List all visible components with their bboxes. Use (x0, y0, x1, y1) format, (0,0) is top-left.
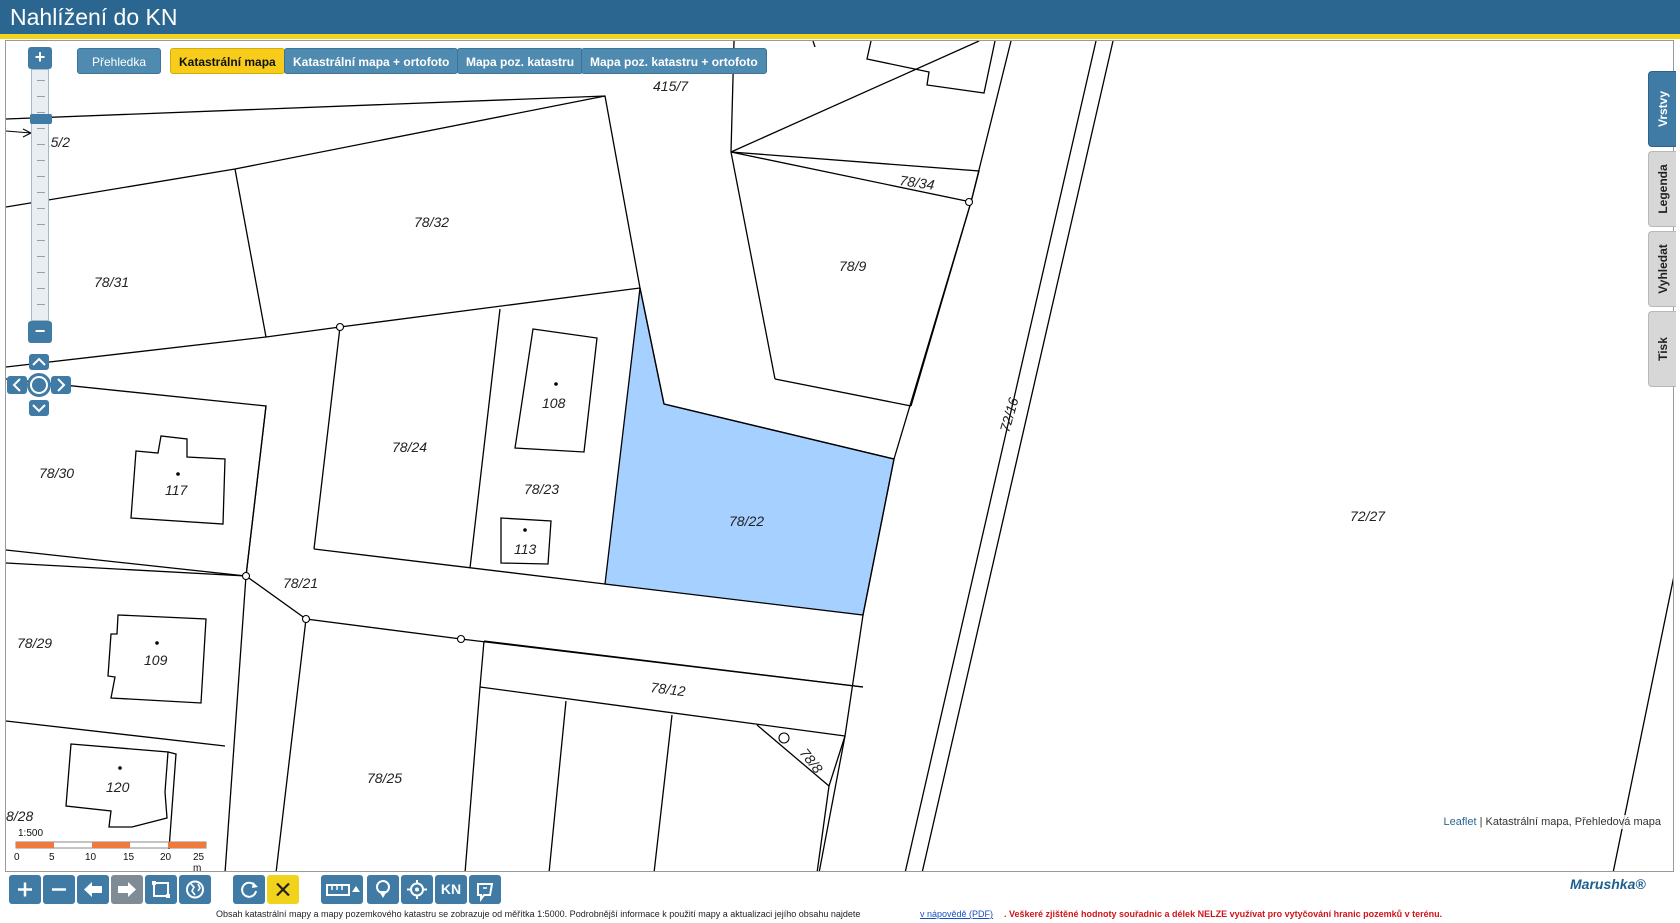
parcel-label: 78/31 (94, 274, 129, 290)
parcel-label: 72/27 (1350, 508, 1386, 524)
leaflet-link[interactable]: Leaflet (1443, 816, 1476, 828)
footer: Obsah katastrální mapy a mapy pozemkovéh… (0, 907, 1680, 923)
parcel-label: 78/12 (650, 679, 687, 699)
refresh-icon (241, 881, 258, 898)
parcel-label: 72/16 (997, 396, 1022, 434)
marker-icon (376, 880, 390, 898)
full-extent-button[interactable] (179, 875, 211, 904)
zoom-out-tool-button[interactable] (43, 875, 75, 904)
scale-ratio: 1:500 (18, 828, 44, 839)
tab-mapa-poz-katastru[interactable]: Mapa poz. katastru (457, 48, 584, 74)
parcel-label-selected: 78/22 (729, 513, 764, 529)
zoom-thumb[interactable] (30, 114, 52, 124)
parcel-label: 78/34 (899, 172, 936, 193)
cadastral-map[interactable]: 415/7 415/2 78/32 78/34 78/9 78/31 108 7… (6, 41, 1674, 872)
map-viewport[interactable]: 415/7 415/2 78/32 78/34 78/9 78/31 108 7… (5, 40, 1674, 872)
parcel-label: 78/8 (797, 745, 827, 776)
side-tab-label: Vyhledat (1655, 244, 1670, 294)
app-header: Nahlížení do KN (0, 0, 1680, 34)
parcel-label: 415/7 (653, 78, 689, 94)
parcel-label: 78/25 (367, 770, 402, 786)
zoom-in-tool-button[interactable] (9, 875, 41, 904)
marushka-logo: Marushka® (1570, 876, 1646, 892)
footer-warning: . Veškeré zjištěné hodnoty souřadnic a d… (1004, 909, 1443, 919)
scale-tick: 5 (49, 852, 55, 863)
parcel-label: 108 (542, 395, 566, 411)
side-tab-label: Tisk (1655, 337, 1670, 361)
locate-icon (407, 880, 427, 899)
side-tab-tisk[interactable]: Tisk (1648, 311, 1676, 387)
parcel-label: 113 (514, 541, 537, 557)
pan-control[interactable] (5, 352, 71, 418)
select-parcel-button[interactable] (469, 875, 501, 904)
globe-icon (186, 880, 204, 899)
zoom-out-icon (52, 888, 66, 891)
side-tab-vyhledat[interactable]: Vyhledat (1648, 231, 1676, 307)
side-tab-label: Vrstvy (1655, 90, 1670, 128)
forward-button[interactable] (111, 875, 143, 904)
locate-button[interactable] (401, 875, 433, 904)
scale-tick: 15 (123, 852, 135, 863)
back-arrow-icon (84, 882, 102, 897)
parcel-label: 78/21 (283, 575, 318, 591)
zoom-in-button[interactable]: + (28, 47, 52, 69)
zoom-out-button[interactable]: − (28, 321, 52, 343)
parcel-label: 78/23 (524, 481, 559, 497)
zoom-track[interactable] (30, 69, 52, 321)
zoom-in-icon (18, 882, 32, 897)
kn-info-button[interactable]: KN (435, 875, 467, 904)
help-pdf-link[interactable]: v nápovědě (PDF) (920, 909, 993, 919)
parcel-label: 117 (165, 482, 189, 498)
parcel-label: 109 (144, 652, 168, 668)
parcel-78-22-selected[interactable] (604, 287, 895, 616)
tab-prehledka[interactable]: Přehledka (77, 48, 161, 74)
scale-tick: 10 (85, 852, 97, 863)
zoom-slider[interactable]: + − (28, 47, 52, 343)
app-window: Nahlížení do KN 415/7 415/2 78/32 78/34 … (0, 0, 1680, 923)
app-title: Nahlížení do KN (10, 4, 178, 30)
parcel-label: 78/29 (17, 635, 52, 651)
attribution-separator: | (1476, 816, 1486, 828)
tab-mapa-poz-katastru-ortofoto[interactable]: Mapa poz. katastru + ortofoto (581, 48, 767, 74)
side-tab-legenda[interactable]: Legenda (1648, 151, 1676, 227)
close-icon (276, 882, 290, 897)
parcel-label: 78/32 (414, 214, 449, 230)
scale-tick: 0 (14, 852, 20, 863)
forward-arrow-icon (118, 882, 136, 897)
tab-katastralni-mapa[interactable]: Katastrální mapa (170, 48, 285, 74)
parcel-label: 78/24 (392, 439, 427, 455)
parcel-label: 78/9 (839, 258, 866, 274)
scale-tick: 20 (160, 852, 172, 863)
side-tab-label: Legenda (1655, 164, 1670, 214)
marker-button[interactable] (367, 875, 399, 904)
zoom-rectangle-icon (152, 881, 170, 898)
footer-note: Obsah katastrální mapy a mapy pozemkovéh… (216, 909, 861, 919)
refresh-button[interactable] (233, 875, 265, 904)
back-button[interactable] (77, 875, 109, 904)
select-parcel-icon (477, 883, 494, 902)
zoom-rectangle-button[interactable] (145, 875, 177, 904)
map-attribution: Leaflet | Katastrální mapa, Přehledová m… (1440, 815, 1664, 829)
measure-button[interactable] (321, 875, 363, 904)
measure-icon (326, 884, 360, 896)
map-scale: 1:500 0 5 10 15 20 25 m (14, 780, 214, 874)
clear-button[interactable] (267, 875, 299, 904)
parcel-label: 78/30 (39, 465, 74, 481)
buildings (65, 328, 598, 850)
attribution-text: Katastrální mapa, Přehledová mapa (1485, 816, 1662, 828)
scale-bar (15, 841, 207, 849)
header-stripe (0, 34, 1680, 39)
kn-icon: KN (440, 881, 462, 897)
tab-katastralni-mapa-ortofoto[interactable]: Katastrální mapa + ortofoto (284, 48, 459, 74)
side-tab-vrstvy[interactable]: Vrstvy (1648, 71, 1676, 147)
scale-tick: 25 m (193, 852, 205, 874)
